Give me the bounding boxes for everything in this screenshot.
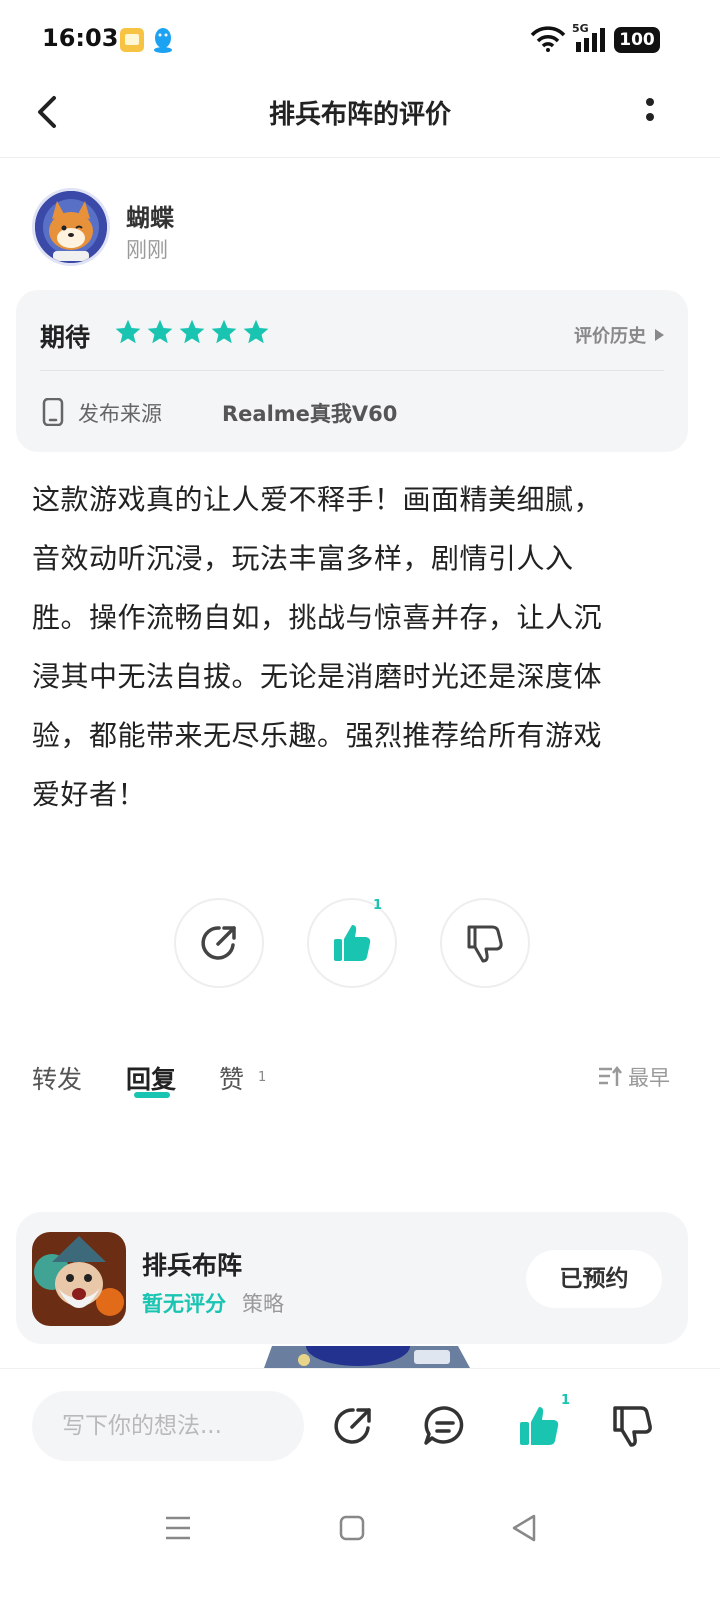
game-score: 暂无评分 <box>142 1292 226 1316</box>
share-icon <box>201 926 236 960</box>
back-triangle-icon[interactable] <box>506 1510 542 1546</box>
divider <box>40 370 664 371</box>
bottom-like-count: 1 <box>561 1393 571 1408</box>
star-icon <box>147 319 173 344</box>
thumbs-down-icon[interactable] <box>610 1403 656 1449</box>
triangle-right-icon <box>655 329 664 341</box>
share-button[interactable] <box>174 898 264 988</box>
share-icon[interactable] <box>330 1403 376 1449</box>
penguin-notification-icon <box>154 28 172 53</box>
wifi-icon <box>530 26 566 52</box>
dislike-button[interactable] <box>440 898 530 988</box>
menu-icon[interactable] <box>160 1510 196 1546</box>
like-button[interactable] <box>307 898 397 988</box>
system-nav-bar <box>0 1480 720 1604</box>
thumbs-up-icon[interactable] <box>516 1403 562 1449</box>
status-time: 16:03 <box>42 24 119 52</box>
source-label: 发布来源 <box>78 402 162 426</box>
tab-likes-count: 1 <box>258 1070 267 1085</box>
reserved-button[interactable]: 已预约 <box>526 1250 662 1308</box>
active-tab-indicator <box>134 1092 170 1098</box>
review-line: 浸其中无法自拔。无论是消磨时光还是深度体 <box>32 660 603 693</box>
signal-icon <box>576 28 605 52</box>
top-app-bar: 排兵布阵的评价 <box>0 80 720 158</box>
thumbs-down-icon <box>467 925 503 963</box>
review-body: 这款游戏真的让人爱不释手！画面精美细腻， 音效动听沉浸，玩法丰富多样，剧情引人入… <box>32 470 672 824</box>
background-artwork <box>264 1346 470 1368</box>
star-icon <box>211 319 237 344</box>
comment-input[interactable] <box>32 1391 304 1461</box>
tab-reply[interactable]: 回复 <box>126 1060 176 1096</box>
review-line: 爱好者！ <box>32 778 147 811</box>
status-bar: 16:03 5G 100 <box>0 0 720 80</box>
post-time: 刚刚 <box>126 238 168 262</box>
review-history-label: 评价历史 <box>574 326 646 347</box>
star-icon <box>115 319 141 344</box>
review-line: 验，都能带来无尽乐趣。强烈推荐给所有游戏 <box>32 719 603 752</box>
source-device: Realme真我V60 <box>222 402 398 426</box>
phone-icon <box>42 398 64 426</box>
comment-icon[interactable] <box>422 1403 468 1449</box>
home-icon[interactable] <box>334 1510 370 1546</box>
review-history-link[interactable]: 评价历史 <box>574 322 664 348</box>
rating-label: 期待 <box>40 323 91 352</box>
game-name: 排兵布阵 <box>142 1251 243 1280</box>
page-title: 排兵布阵的评价 <box>268 100 451 130</box>
sort-icon <box>599 1066 622 1086</box>
battery-indicator: 100 <box>614 27 660 53</box>
sort-button[interactable]: 最早 <box>598 1062 670 1092</box>
like-count: 1 <box>373 898 383 913</box>
rating-card: 期待 评价历史 发布来源 Realme真我V60 <box>16 290 688 452</box>
game-icon <box>32 1232 126 1326</box>
review-line: 音效动听沉浸，玩法丰富多样，剧情引人入 <box>32 542 574 575</box>
thumbs-up-icon <box>334 925 371 961</box>
bottom-action-bar: 1 <box>0 1368 720 1480</box>
more-vertical-icon[interactable] <box>636 92 664 132</box>
game-genre: 策略 <box>242 1292 284 1316</box>
shiba-avatar-image <box>35 191 107 263</box>
tab-likes[interactable]: 赞 <box>219 1060 244 1096</box>
reviewer-name[interactable]: 蝴蝶 <box>126 198 174 233</box>
star-rating <box>114 318 270 346</box>
star-icon <box>179 319 205 344</box>
avatar[interactable] <box>32 188 110 266</box>
notification-app-icon <box>120 28 144 52</box>
star-icon <box>243 319 269 344</box>
review-line: 这款游戏真的让人爱不释手！画面精美细腻， <box>32 483 603 516</box>
game-card[interactable]: 排兵布阵 暂无评分 策略 已预约 <box>16 1212 688 1344</box>
review-line: 胜。操作流畅自如，挑战与惊喜并存，让人沉 <box>32 601 603 634</box>
game-wizard-image <box>32 1232 126 1326</box>
sort-label: 最早 <box>628 1066 670 1090</box>
tab-forward[interactable]: 转发 <box>32 1060 82 1096</box>
